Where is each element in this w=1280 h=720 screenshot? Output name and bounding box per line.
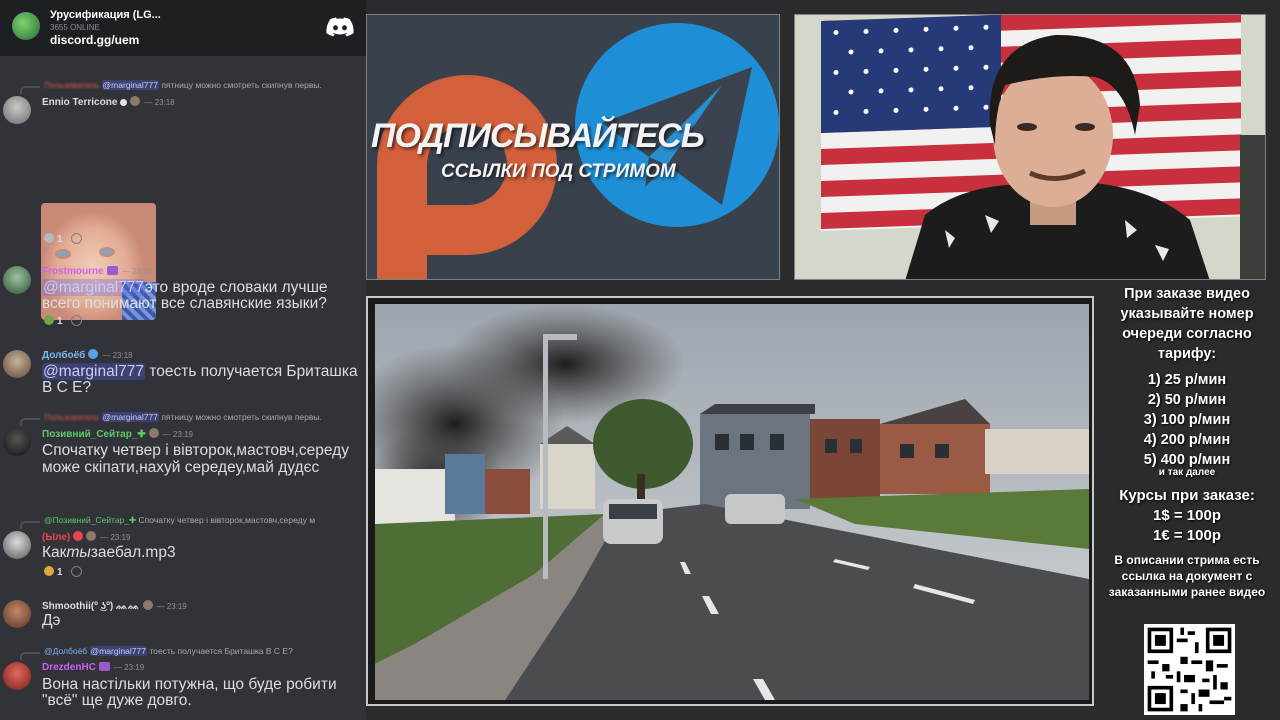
rate-eur: 1€ = 100р bbox=[1153, 527, 1221, 544]
username[interactable]: Frostmourne — 23:18 bbox=[42, 266, 152, 277]
reply-text: пятницу можно смотреть скипнув первы. bbox=[158, 80, 322, 90]
order-note: При заказе видео указывайте номер очеред… bbox=[1120, 286, 1254, 362]
message-text: @marginal777это вроде словаки лучше всег… bbox=[42, 279, 328, 312]
reactions[interactable]: 1 bbox=[44, 566, 88, 578]
username[interactable]: (Ыле) — 23:19 bbox=[42, 531, 130, 543]
add-reaction-icon[interactable] bbox=[71, 233, 83, 244]
invite-link[interactable]: discord.gg/uem bbox=[50, 33, 366, 47]
username[interactable]: Долбоёб — 23:18 bbox=[42, 349, 133, 361]
add-reaction-icon[interactable] bbox=[71, 315, 83, 326]
qr-code-icon[interactable] bbox=[1144, 624, 1235, 715]
user-mention[interactable]: @marginal777 bbox=[42, 363, 146, 380]
message-text: Кактызаебал.mp3 bbox=[42, 544, 176, 561]
tariff-item: 4) 200 р/мин bbox=[1143, 432, 1231, 448]
server-icon bbox=[12, 12, 40, 40]
webcam-image bbox=[795, 15, 1265, 279]
tariff-item: 2) 50 р/мин bbox=[1147, 392, 1227, 408]
tariff-item: 1) 25 р/мин bbox=[1147, 372, 1227, 388]
username[interactable]: Ennio Terricone — 23:18 bbox=[42, 96, 175, 108]
avatar[interactable] bbox=[3, 662, 31, 690]
server-name: Урусификация (LG... bbox=[50, 9, 161, 21]
message-text: @marginal777 тоесть получается Бриташка … bbox=[42, 363, 358, 396]
avatar[interactable] bbox=[3, 531, 31, 559]
emoji-icon bbox=[44, 315, 54, 325]
promo-banner: ПОДПИСЫВАЙТЕСЬ ССЫЛКИ ПОД СТРИМОМ bbox=[366, 14, 780, 280]
reply-text: Спочатку четвер і вівторок,мастовч,серед… bbox=[136, 515, 316, 525]
webcam-feed bbox=[794, 14, 1266, 280]
username[interactable]: Shmoothii(º ͜ʖº) ᨐᨐ — 23:19 bbox=[42, 600, 187, 612]
reactions[interactable]: 1 bbox=[44, 315, 88, 327]
avatar[interactable] bbox=[3, 350, 31, 378]
message-text: Дэ bbox=[42, 612, 61, 629]
reactions[interactable]: 1 bbox=[44, 233, 88, 245]
avatar[interactable] bbox=[3, 428, 31, 456]
avatar[interactable] bbox=[3, 266, 31, 294]
avatar[interactable] bbox=[3, 600, 31, 628]
description-note: В описании стрима есть ссылка на докумен… bbox=[1108, 553, 1266, 599]
reply-mention: @marginal777 bbox=[89, 646, 147, 656]
message-text: Спочатку четвер і вівторок,мастовч,серед… bbox=[42, 442, 349, 476]
reply-mention: @marginal777 bbox=[101, 80, 159, 90]
server-header[interactable]: Урусификация (LG... 3655 ONLINE discord.… bbox=[0, 0, 366, 56]
username[interactable]: Позивний_Сейтар_✚ — 23:19 bbox=[42, 428, 193, 440]
user-mention[interactable]: @marginal777 bbox=[42, 279, 146, 296]
reply-author: Пользователь bbox=[44, 412, 100, 422]
promo-title: ПОДПИСЫВАЙТЕСЬ bbox=[371, 117, 705, 155]
speech-bubble-icon bbox=[44, 233, 54, 243]
discord-chat-panel: Урусификация (LG... 3655 ONLINE discord.… bbox=[0, 0, 366, 720]
add-reaction-icon[interactable] bbox=[71, 566, 83, 577]
message-text: Вона настільки потужна, що буде робити "… bbox=[42, 676, 337, 709]
promo-subtitle: ССЫЛКИ ПОД СТРИМОМ bbox=[441, 161, 676, 182]
emoji-icon bbox=[44, 566, 54, 576]
reply-text: пятницу можно смотреть скипнув первы. bbox=[158, 412, 322, 422]
tariff-list: 1) 25 р/мин 2) 50 р/мин 3) 100 р/мин 4) … bbox=[1094, 370, 1280, 478]
reply-author: @Долбоёб bbox=[44, 646, 88, 656]
reply-mention: @marginal777 bbox=[101, 412, 159, 422]
reply-text: тоесть получается Бриташка В С Е? bbox=[146, 646, 293, 656]
street-scene-image bbox=[375, 304, 1089, 700]
avatar[interactable] bbox=[3, 96, 31, 124]
stream-layout: Урусификация (LG... 3655 ONLINE discord.… bbox=[0, 0, 1280, 720]
reply-author: @Позивний_Сейтар_✚ bbox=[44, 515, 137, 525]
online-count: 3655 ONLINE bbox=[50, 23, 100, 32]
discord-logo-icon bbox=[326, 17, 354, 37]
rate-usd: 1$ = 100р bbox=[1153, 507, 1221, 524]
order-info-panel: При заказе видео указывайте номер очеред… bbox=[1094, 284, 1280, 720]
rates-title: Курсы при заказе: bbox=[1119, 487, 1255, 504]
street-video-player[interactable] bbox=[366, 296, 1094, 706]
username[interactable]: DrezdenHC — 23:19 bbox=[42, 662, 144, 673]
tariff-etc: и так далее bbox=[1158, 467, 1216, 478]
reply-author: Пользователь bbox=[44, 80, 100, 90]
tariff-item: 3) 100 р/мин bbox=[1143, 412, 1231, 428]
